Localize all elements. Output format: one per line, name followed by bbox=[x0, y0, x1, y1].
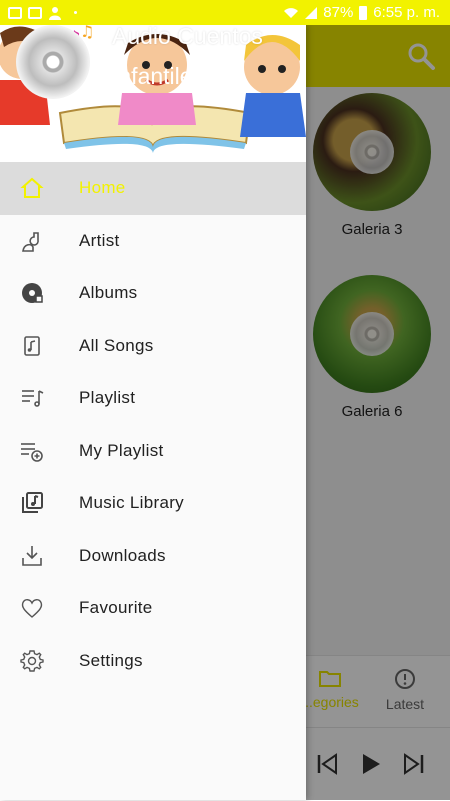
download-icon bbox=[22, 545, 42, 566]
app-subtitle: Infantiles bbox=[112, 63, 205, 89]
battery-percent: 87% bbox=[323, 4, 354, 21]
menu-item-music-library[interactable]: Music Library bbox=[0, 477, 306, 530]
playlist-add-icon bbox=[21, 442, 43, 462]
heart-icon bbox=[21, 599, 43, 618]
navigation-drawer: ♪ ♫ Audio Cuentos Infantiles Home Artist bbox=[0, 25, 306, 800]
gear-icon bbox=[20, 649, 44, 672]
home-icon bbox=[20, 177, 44, 198]
menu-label: Home bbox=[79, 178, 126, 198]
header-cd-icon bbox=[16, 25, 90, 99]
menu-label: Playlist bbox=[79, 388, 136, 408]
clock: 6:55 p. m. bbox=[373, 4, 440, 21]
gallery-notification-icon bbox=[8, 6, 22, 19]
menu-item-home[interactable]: Home bbox=[0, 162, 306, 215]
image-notification-icon bbox=[28, 6, 42, 19]
menu-item-favourite[interactable]: Favourite bbox=[0, 582, 306, 635]
menu-item-albums[interactable]: Albums bbox=[0, 267, 306, 320]
menu-label: All Songs bbox=[79, 335, 154, 355]
menu-item-my-playlist[interactable]: My Playlist bbox=[0, 425, 306, 478]
menu-item-downloads[interactable]: Downloads bbox=[0, 530, 306, 583]
app-title: Audio Cuentos bbox=[112, 25, 263, 49]
menu-item-artist[interactable]: Artist bbox=[0, 215, 306, 268]
menu-item-playlist[interactable]: Playlist bbox=[0, 372, 306, 425]
drawer-header: ♪ ♫ Audio Cuentos Infantiles bbox=[0, 25, 306, 162]
menu-label: Settings bbox=[79, 650, 143, 670]
menu-label: Music Library bbox=[79, 493, 184, 513]
menu-label: My Playlist bbox=[79, 440, 164, 460]
status-bar: 87% 6:55 p. m. bbox=[0, 0, 450, 25]
menu-item-all-songs[interactable]: All Songs bbox=[0, 320, 306, 373]
menu-label: Downloads bbox=[79, 545, 166, 565]
menu-label: Artist bbox=[79, 230, 120, 250]
signal-icon bbox=[305, 6, 318, 19]
menu-item-settings[interactable]: Settings bbox=[0, 635, 306, 688]
album-icon bbox=[22, 283, 43, 303]
wifi-icon bbox=[284, 7, 299, 18]
notification-dot-icon bbox=[74, 11, 77, 14]
music-library-icon bbox=[22, 492, 43, 513]
artist-icon bbox=[22, 231, 39, 252]
menu-label: Favourite bbox=[79, 598, 153, 618]
menu-label: Albums bbox=[79, 283, 138, 303]
battery-icon bbox=[359, 5, 368, 20]
song-icon bbox=[24, 335, 40, 356]
user-notification-icon bbox=[49, 6, 61, 20]
playlist-icon bbox=[22, 390, 44, 407]
drawer-menu: Home Artist Albums All Songs Playlist My… bbox=[0, 162, 306, 687]
